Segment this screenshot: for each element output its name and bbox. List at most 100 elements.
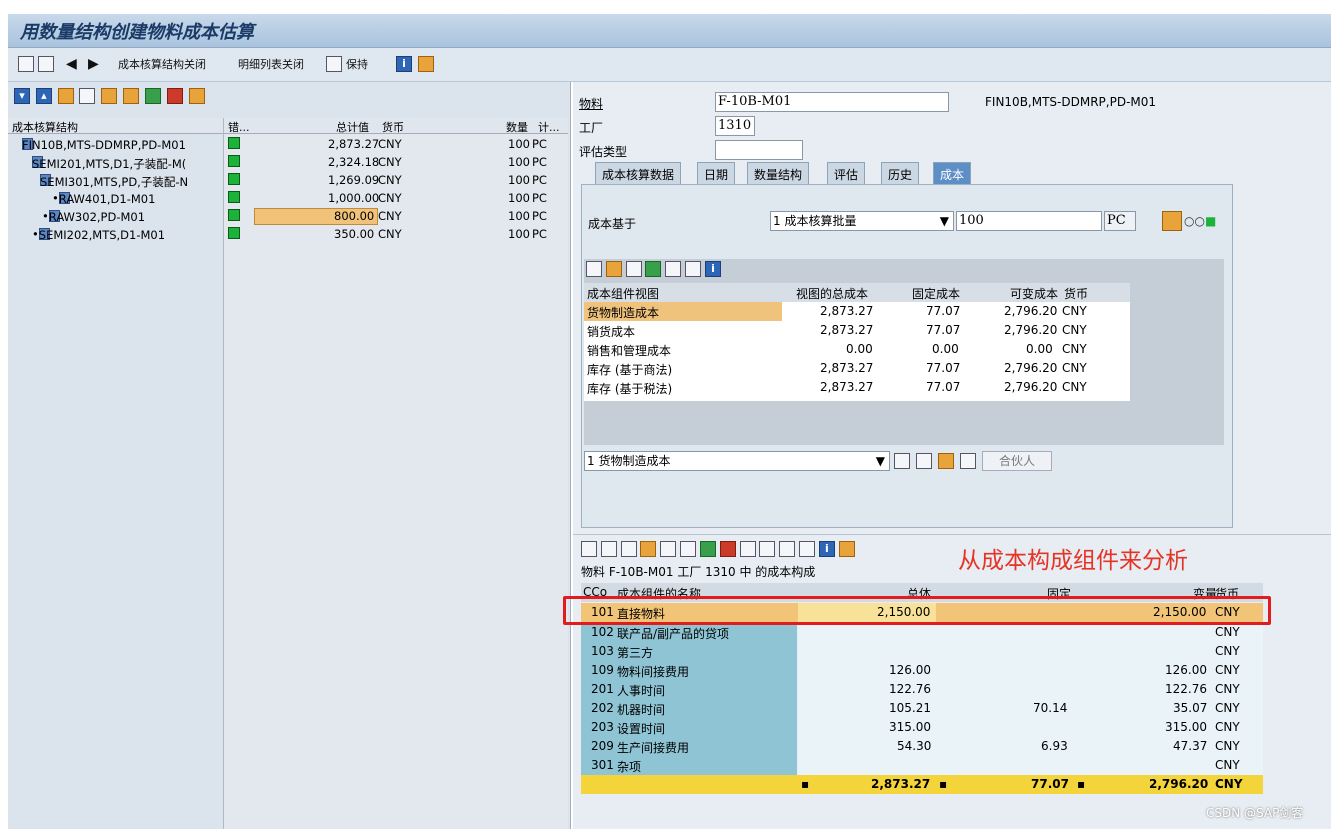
columns-icon[interactable] — [188, 88, 205, 104]
breakdown-toolbar: i — [581, 541, 855, 561]
plant-label: 工厂 — [579, 121, 604, 135]
tree-toolbar: ▾ ▴ — [14, 88, 207, 110]
tree-row[interactable]: ▼ SEMI201,MTS,D1,子装配-M( 2,324.18CNY 100P… — [8, 154, 568, 172]
col-qty[interactable]: 数量 — [506, 119, 528, 135]
material-description: FIN10B,MTS-DDMRP,PD-M01 — [985, 95, 1157, 109]
close-structure-button[interactable]: 成本核算结构关闭 — [118, 56, 206, 74]
status-ok-icon — [228, 209, 240, 221]
info-icon[interactable]: i — [396, 56, 412, 74]
status-ok-icon — [228, 137, 240, 149]
layout-icon[interactable] — [685, 261, 702, 277]
tab-dates[interactable]: 日期 — [697, 162, 736, 184]
cost-basis-select[interactable]: 1 成本核算批量 ▼ — [770, 211, 954, 231]
valuation-type-label: 评估类型 — [579, 145, 628, 159]
status-ok-icon — [228, 191, 240, 203]
tab-costing-data[interactable]: 成本核算数据 — [595, 162, 682, 184]
table-row[interactable]: 销货成本 2,873.27 77.07 2,796.20 CNY — [584, 321, 1130, 340]
close-detail-button[interactable]: 明细列表关闭 — [238, 56, 304, 74]
sum-icon[interactable] — [699, 541, 716, 557]
sum-icon[interactable] — [645, 261, 662, 277]
find-icon[interactable] — [57, 88, 74, 104]
new-document-icon[interactable] — [18, 56, 34, 74]
export-icon[interactable] — [166, 88, 183, 104]
costing-detail-panel: 物料 F-10B-M01 FIN10B,MTS-DDMRP,PD-M01 工厂 … — [573, 82, 1331, 829]
col-structure[interactable]: 成本核算结构 — [12, 119, 78, 135]
tree-row[interactable]: • RAW401,D1-M01 1,000.00 CNY 100 PC — [8, 190, 568, 208]
view-icon[interactable] — [759, 541, 776, 557]
tab-qty-structure[interactable]: 数量结构 — [747, 162, 810, 184]
tree-row[interactable]: ▼ SEMI301,MTS,PD,子装配-N 1,269.09CNY 100PC — [8, 172, 568, 190]
sum-icon[interactable] — [144, 88, 161, 104]
forward-arrow-icon[interactable]: ▶ — [88, 56, 99, 74]
sort-ascending-icon[interactable] — [600, 541, 617, 557]
filter-icon[interactable] — [680, 541, 697, 557]
table-row[interactable]: 209 生产间接费用 54.30 6.93 47.37 CNY — [581, 737, 1263, 756]
info-icon[interactable]: i — [818, 541, 835, 557]
table-row[interactable]: 库存 (基于商法) 2,873.27 77.07 2,796.20 CNY — [584, 359, 1130, 378]
table-row[interactable]: 103 第三方 CNY — [581, 642, 1263, 661]
graphic-icon[interactable] — [838, 541, 855, 557]
view-select[interactable]: 1 货物制造成本 ▼ — [584, 451, 890, 471]
save-button[interactable]: 保持 — [346, 56, 368, 74]
table-row[interactable]: 货物制造成本 2,873.27 77.07 2,796.20 CNY — [584, 302, 1130, 321]
tree-node: • RAW401,D1-M01 — [52, 191, 156, 206]
sort-descending-icon[interactable] — [620, 541, 637, 557]
zoom-icon[interactable] — [894, 453, 910, 469]
expand-icon[interactable]: ▾ — [14, 88, 30, 104]
col-currency[interactable]: 货币 — [382, 119, 404, 135]
col-error[interactable]: 错... — [228, 119, 250, 135]
costing-structure-panel: ▾ ▴ 成本核算结构 错... 总计值 货币 数量 计... ▼ FIN10B,… — [8, 82, 571, 829]
material-field[interactable]: F-10B-M01 — [715, 92, 949, 112]
cost-component-breakdown: i 物料 F-10B-M01 工厂 1310 中 的成本构成 CCo 成本组件的… — [573, 534, 1331, 829]
find-next-icon[interactable] — [660, 541, 677, 557]
component-view-toolbar: i — [586, 261, 721, 281]
lot-size-field[interactable]: 100 — [956, 211, 1102, 231]
print-icon[interactable] — [79, 88, 96, 104]
tree-header: 成本核算结构 错... 总计值 货币 数量 计... — [8, 118, 568, 134]
tab-costs[interactable]: 成本 — [933, 162, 972, 184]
table-row[interactable]: 301 杂项 CNY — [581, 756, 1263, 775]
tab-history[interactable]: 历史 — [881, 162, 920, 184]
glasses-icon[interactable] — [38, 56, 54, 74]
currency-icon[interactable] — [665, 261, 682, 277]
tab-valuation[interactable]: 评估 — [827, 162, 866, 184]
table-row[interactable]: 202 机器时间 105.21 70.14 35.07 CNY — [581, 699, 1263, 718]
settings-icon[interactable] — [418, 56, 434, 74]
find-icon[interactable] — [640, 541, 657, 557]
col-unit[interactable]: 计... — [538, 119, 560, 135]
collapse-icon[interactable]: ▴ — [35, 88, 52, 104]
col-total[interactable]: 总计值 — [336, 119, 369, 135]
tree-row[interactable]: • SEMI202,MTS,D1-M01 350.00 CNY 100 PC — [8, 226, 568, 244]
layout-icon[interactable] — [799, 541, 816, 557]
zoom-icon[interactable] — [581, 541, 597, 557]
table-row[interactable]: 库存 (基于税法) 2,873.27 77.07 2,796.20 CNY — [584, 378, 1130, 397]
zoom-icon[interactable] — [586, 261, 602, 277]
costing-settings-icon[interactable] — [1162, 211, 1182, 231]
table-icon[interactable] — [916, 453, 932, 469]
find-icon[interactable] — [605, 261, 622, 277]
partner-button[interactable]: 合伙人 — [982, 451, 1052, 471]
table-row[interactable]: 109 物料间接费用 126.00 126.00 CNY — [581, 661, 1263, 680]
table-row[interactable]: 销售和管理成本 0.00 0.00 0.00 CNY — [584, 340, 1130, 359]
hierarchy-alt-icon[interactable] — [960, 453, 976, 469]
lot-unit-field: PC — [1104, 211, 1136, 231]
filter-icon[interactable] — [123, 88, 140, 104]
save-icon[interactable] — [326, 56, 342, 74]
window-title: 用数量结构创建物料成本估算 — [20, 22, 254, 43]
layout-icon[interactable] — [101, 88, 118, 104]
costs-tab-body: 成本基于 1 成本核算批量 ▼ 100 PC ○○■ i 成本组件视图 视图的总… — [581, 184, 1233, 528]
table-row[interactable]: 102 联产品/副产品的贷项 CNY — [581, 623, 1263, 642]
valuation-type-field[interactable] — [715, 140, 803, 160]
print-icon[interactable] — [739, 541, 756, 557]
back-arrow-icon[interactable]: ◀ — [66, 56, 77, 74]
info-icon[interactable]: i — [704, 261, 721, 277]
tree-row[interactable]: ▼ FIN10B,MTS-DDMRP,PD-M01 2,873.27CNY 10… — [8, 136, 568, 154]
hierarchy-icon[interactable] — [938, 453, 954, 469]
plant-field[interactable]: 1310 — [715, 116, 755, 136]
find-next-icon[interactable] — [625, 261, 642, 277]
table-row[interactable]: 203 设置时间 315.00 315.00 CNY — [581, 718, 1263, 737]
table-row[interactable]: 201 人事时间 122.76 122.76 CNY — [581, 680, 1263, 699]
subtotal-icon[interactable] — [719, 541, 736, 557]
export-icon[interactable] — [779, 541, 796, 557]
tree-row[interactable]: • RAW302,PD-M01 800.00 CNY 100 PC — [8, 208, 568, 226]
